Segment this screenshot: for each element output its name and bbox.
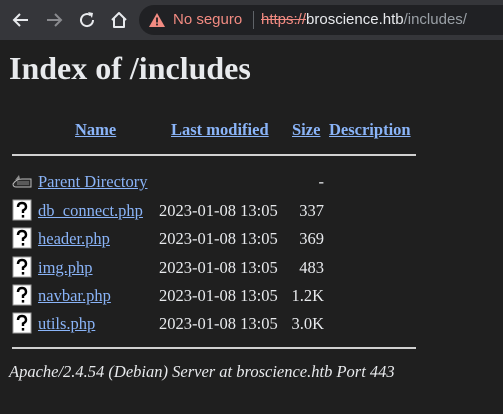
forward-arrow-icon — [47, 13, 63, 27]
parent-directory-row: Parent Directory - — [0, 168, 503, 196]
forward-button[interactable] — [42, 8, 66, 32]
file-row: utils.php 2023-01-08 13:05 3.0K — [0, 310, 503, 338]
file-link[interactable]: utils.php — [38, 314, 95, 334]
file-link[interactable]: navbar.php — [38, 286, 111, 306]
column-header-name[interactable]: Name — [75, 120, 116, 140]
directory-listing-page: Index of /includes Name Last modified Si… — [0, 40, 503, 414]
column-header-description[interactable]: Description — [329, 120, 411, 140]
file-size: 1.2K — [291, 286, 324, 305]
file-link[interactable]: img.php — [38, 258, 93, 278]
url-scheme: https:// — [261, 11, 307, 28]
url-host: broscience.htb — [306, 11, 404, 28]
warning-icon[interactable] — [148, 12, 166, 28]
file-link[interactable]: header.php — [38, 229, 110, 249]
back-button[interactable] — [9, 8, 33, 32]
file-link[interactable]: db_connect.php — [38, 201, 143, 221]
reload-icon — [80, 12, 95, 28]
file-date: 2023-01-08 13:05 — [159, 229, 278, 248]
back-folder-icon — [12, 175, 32, 188]
url-path: /includes/ — [403, 11, 467, 28]
home-icon — [111, 12, 127, 28]
file-size: 369 — [299, 229, 324, 248]
file-date: 2023-01-08 13:05 — [159, 286, 278, 305]
file-size: 337 — [299, 201, 324, 220]
file-size: 483 — [299, 258, 324, 277]
unknown-file-icon — [12, 227, 32, 249]
file-date: 2023-01-08 13:05 — [159, 258, 278, 277]
home-button[interactable] — [107, 8, 131, 32]
unknown-file-icon — [12, 199, 32, 221]
file-size: 3.0K — [291, 314, 324, 333]
address-bar[interactable]: No seguro https://broscience.htb/include… — [139, 5, 503, 35]
file-date: 2023-01-08 13:05 — [159, 314, 278, 333]
reload-button[interactable] — [75, 8, 99, 32]
browser-toolbar: No seguro https://broscience.htb/include… — [0, 0, 503, 40]
parent-size: - — [318, 172, 325, 191]
file-row: header.php 2023-01-08 13:05 369 — [0, 225, 503, 253]
back-arrow-icon — [12, 13, 28, 27]
page-title: Index of /includes — [9, 50, 251, 86]
file-date: 2023-01-08 13:05 — [159, 201, 278, 220]
server-signature: Apache/2.4.54 (Debian) Server at broscie… — [9, 362, 395, 381]
file-row: db_connect.php 2023-01-08 13:05 337 — [0, 197, 503, 225]
footer-divider — [12, 347, 416, 349]
column-header-last-modified[interactable]: Last modified — [171, 120, 269, 140]
unknown-file-icon — [12, 284, 32, 306]
security-status-label[interactable]: No seguro — [173, 11, 242, 28]
file-row: img.php 2023-01-08 13:05 483 — [0, 254, 503, 282]
file-row: navbar.php 2023-01-08 13:05 1.2K — [0, 282, 503, 310]
header-divider — [12, 154, 416, 156]
url-separator — [253, 11, 254, 29]
column-header-size[interactable]: Size — [292, 120, 320, 140]
unknown-file-icon — [12, 256, 32, 278]
url-text[interactable]: https://broscience.htb/includes/ — [261, 11, 467, 28]
parent-directory-link[interactable]: Parent Directory — [38, 172, 148, 192]
unknown-file-icon — [12, 312, 32, 334]
